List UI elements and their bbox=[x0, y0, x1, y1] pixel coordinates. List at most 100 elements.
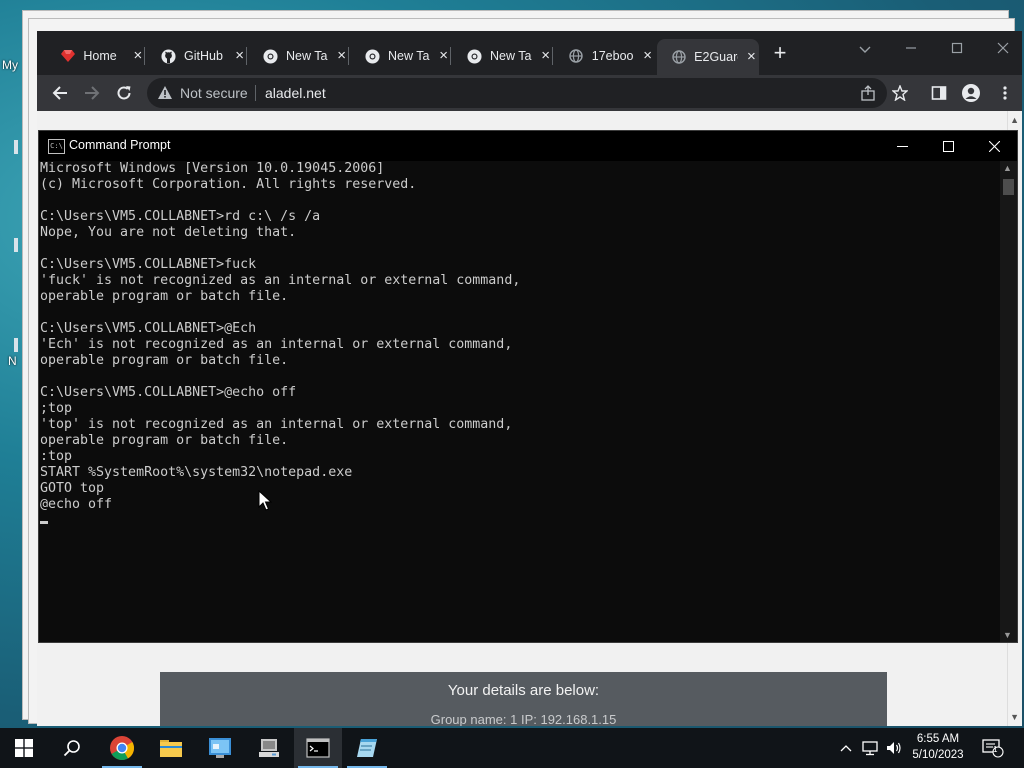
console-scrollbar[interactable]: ▲ ▼ bbox=[1000, 161, 1017, 642]
minimize-icon bbox=[906, 47, 916, 49]
console-line: C:\Users\VM5.COLLABNET>@echo off bbox=[40, 385, 297, 400]
new-tab-button[interactable]: + bbox=[770, 42, 790, 64]
desktop-icon-label-fragment[interactable]: My bbox=[2, 58, 18, 72]
desktop-icon-fragment[interactable] bbox=[14, 140, 18, 154]
security-status-label[interactable]: Not secure bbox=[180, 85, 248, 101]
taskbar-command-prompt[interactable] bbox=[294, 728, 342, 768]
network-drive-icon bbox=[259, 739, 279, 757]
tab-new-tab[interactable]: New Tab × bbox=[453, 41, 553, 71]
network-status-button[interactable] bbox=[860, 728, 882, 768]
start-button[interactable] bbox=[0, 728, 48, 768]
forward-button[interactable] bbox=[80, 81, 104, 105]
taskbar-chrome[interactable] bbox=[98, 728, 146, 768]
console-line: C:\Users\VM5.COLLABNET>@Ech bbox=[40, 321, 257, 336]
command-prompt-title-bar[interactable]: C:\ Command Prompt bbox=[39, 131, 1017, 161]
close-icon[interactable]: × bbox=[131, 48, 145, 64]
url-text[interactable]: aladel.net bbox=[265, 85, 326, 101]
warning-triangle-icon[interactable] bbox=[157, 85, 173, 105]
console-line: Microsoft Windows [Version 10.0.19045.20… bbox=[40, 161, 385, 176]
volume-button[interactable] bbox=[884, 728, 904, 768]
scroll-down-icon[interactable]: ▼ bbox=[1003, 630, 1012, 640]
window-title: Command Prompt bbox=[69, 138, 171, 152]
clock[interactable]: 6:55 AM 5/10/2023 bbox=[904, 731, 972, 763]
reload-icon bbox=[117, 86, 131, 100]
scroll-up-icon[interactable]: ▲ bbox=[1003, 163, 1012, 173]
action-center-button[interactable]: 1 bbox=[980, 728, 1006, 768]
close-icon[interactable]: × bbox=[538, 48, 553, 64]
console-line: 'Ech' is not recognized as an internal o… bbox=[40, 337, 513, 352]
close-icon[interactable]: × bbox=[232, 48, 247, 64]
desktop-icon-fragment[interactable] bbox=[14, 238, 18, 252]
search-icon bbox=[63, 740, 80, 757]
tab-new-tab[interactable]: New Tab × bbox=[351, 41, 451, 71]
tab-separator bbox=[450, 47, 451, 65]
show-hidden-icons-button[interactable] bbox=[836, 728, 856, 768]
command-prompt-window[interactable]: C:\ Command Prompt Microsoft Windows [Ve… bbox=[38, 130, 1018, 643]
reload-button[interactable] bbox=[112, 81, 136, 105]
maximize-icon bbox=[942, 140, 954, 152]
close-icon[interactable]: × bbox=[334, 48, 349, 64]
desktop-icon-label-fragment[interactable]: N bbox=[8, 354, 17, 368]
tab-label: New Tab bbox=[490, 49, 532, 63]
share-icon[interactable] bbox=[859, 84, 877, 102]
tab-17ebook[interactable]: 17ebook × bbox=[555, 41, 655, 71]
close-window-button[interactable] bbox=[985, 37, 1021, 61]
console-line: 'top' is not recognized as an internal o… bbox=[40, 417, 513, 432]
tab-search-button[interactable] bbox=[847, 37, 883, 61]
tab-separator bbox=[348, 47, 349, 65]
scroll-up-icon[interactable]: ▲ bbox=[1010, 115, 1019, 125]
close-icon[interactable]: × bbox=[640, 48, 655, 64]
bookmark-star-icon[interactable] bbox=[891, 84, 909, 102]
address-bar[interactable]: Not secure aladel.net bbox=[147, 78, 908, 108]
console-lines: Microsoft Windows [Version 10.0.19045.20… bbox=[39, 161, 999, 529]
clock-time: 6:55 AM bbox=[916, 733, 960, 745]
taskbar-notepad[interactable] bbox=[343, 728, 391, 768]
mouse-pointer-icon bbox=[258, 490, 272, 511]
divider bbox=[255, 85, 256, 101]
clock-date: 5/10/2023 bbox=[912, 749, 964, 761]
console-line: START %SystemRoot%\system32\notepad.exe bbox=[40, 465, 353, 480]
console-line: C:\Users\VM5.COLLABNET>fuck bbox=[40, 257, 257, 272]
taskbar-file-explorer[interactable] bbox=[147, 728, 195, 768]
side-panel-button[interactable] bbox=[927, 81, 951, 105]
desktop-icon-fragment[interactable] bbox=[14, 338, 18, 352]
file-explorer-icon bbox=[160, 740, 182, 757]
profile-button[interactable] bbox=[959, 81, 983, 105]
more-options-button[interactable] bbox=[993, 81, 1017, 105]
cmd-minimize-button[interactable] bbox=[879, 131, 925, 161]
chrome-icon bbox=[365, 48, 380, 64]
taskbar-control-panel[interactable] bbox=[196, 728, 244, 768]
console-line: C:\Users\VM5.COLLABNET>rd c:\ /s /a bbox=[40, 209, 321, 224]
chevron-up-icon bbox=[840, 745, 852, 752]
cmd-maximize-button[interactable] bbox=[925, 131, 971, 161]
globe-icon bbox=[569, 48, 584, 64]
tab-separator bbox=[552, 47, 553, 65]
chrome-icon bbox=[467, 48, 482, 64]
cmd-close-button[interactable] bbox=[971, 131, 1017, 161]
back-button[interactable] bbox=[48, 81, 72, 105]
console-output[interactable]: Microsoft Windows [Version 10.0.19045.20… bbox=[39, 161, 999, 642]
tab-e2guardian[interactable]: E2Guardian × bbox=[657, 39, 759, 75]
chevron-down-icon bbox=[859, 46, 871, 53]
tab-new-tab[interactable]: New Tab × bbox=[249, 41, 349, 71]
tab-separator bbox=[144, 47, 145, 65]
console-line: operable program or batch file. bbox=[40, 353, 289, 368]
search-button[interactable] bbox=[48, 728, 96, 768]
maximize-button[interactable] bbox=[939, 37, 975, 61]
tab-github[interactable]: GitHub × bbox=[147, 41, 247, 71]
scroll-thumb[interactable] bbox=[1003, 179, 1014, 195]
minimize-button[interactable] bbox=[893, 37, 929, 61]
back-arrow-icon bbox=[52, 86, 67, 100]
close-icon[interactable]: × bbox=[744, 49, 759, 65]
tab-label: New Tab bbox=[286, 49, 328, 63]
notepad-icon bbox=[357, 739, 377, 757]
tab-strip: Home × GitHub × New Tab × New Tab × bbox=[37, 31, 1022, 75]
taskbar-network-drive[interactable] bbox=[245, 728, 293, 768]
scroll-down-icon[interactable]: ▼ bbox=[1010, 712, 1019, 722]
tab-home[interactable]: Home × bbox=[47, 41, 145, 71]
console-line: Nope, You are not deleting that. bbox=[40, 225, 297, 240]
github-icon bbox=[161, 48, 176, 64]
close-icon[interactable]: × bbox=[436, 48, 451, 64]
